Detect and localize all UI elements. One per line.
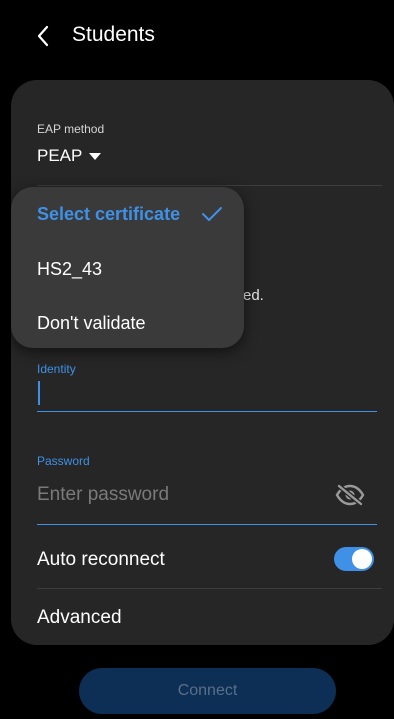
dropdown-option-label: HS2_43 bbox=[37, 259, 103, 279]
settings-card: EAP method PEAP ed. Identity Password Au… bbox=[11, 80, 394, 645]
connect-label: Connect bbox=[177, 682, 238, 699]
identity-underline bbox=[37, 411, 377, 412]
password-label: Password bbox=[37, 454, 90, 468]
back-button[interactable] bbox=[28, 18, 58, 54]
auto-reconnect-label: Auto reconnect bbox=[37, 549, 165, 570]
eap-method-value: PEAP bbox=[37, 146, 83, 165]
dropdown-selected-label: Select certificate bbox=[37, 204, 181, 224]
auto-reconnect-toggle[interactable] bbox=[334, 547, 374, 571]
certificate-hint-text: ed. bbox=[243, 287, 264, 304]
toggle-knob bbox=[352, 549, 372, 569]
divider bbox=[37, 185, 382, 186]
connect-button[interactable]: Connect bbox=[79, 668, 336, 714]
wifi-network-screen: Students EAP method PEAP ed. Identity Pa… bbox=[0, 0, 394, 719]
header: Students bbox=[0, 0, 394, 72]
identity-field[interactable] bbox=[38, 381, 40, 405]
eap-method-select[interactable]: PEAP bbox=[37, 146, 102, 166]
divider bbox=[37, 588, 382, 589]
password-underline bbox=[37, 524, 377, 525]
eye-off-icon bbox=[335, 484, 365, 506]
dropdown-option-label: Don't validate bbox=[37, 313, 146, 333]
advanced-item[interactable]: Advanced bbox=[37, 607, 122, 629]
checkmark-icon bbox=[202, 207, 222, 221]
identity-label: Identity bbox=[37, 362, 76, 376]
eap-method-label: EAP method bbox=[37, 122, 105, 136]
toggle-password-visibility-button[interactable] bbox=[333, 480, 367, 510]
certificate-dropdown-menu: Select certificate HS2_43 Don't validate bbox=[11, 187, 244, 348]
page-title: Students bbox=[72, 23, 155, 46]
password-field[interactable] bbox=[37, 482, 317, 508]
back-chevron-icon bbox=[37, 25, 49, 47]
dropdown-triangle-icon bbox=[89, 152, 102, 160]
